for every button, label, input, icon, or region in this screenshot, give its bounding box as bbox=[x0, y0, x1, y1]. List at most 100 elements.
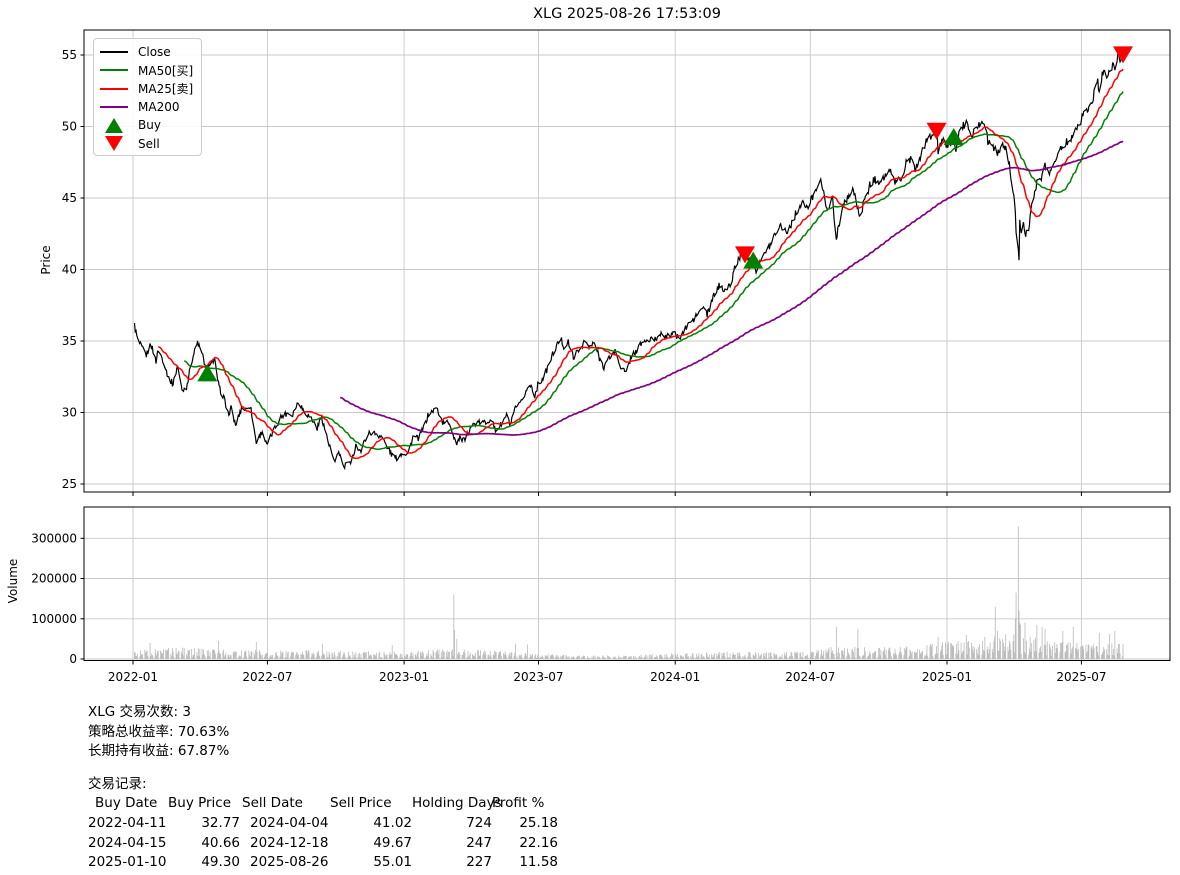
volume-bar bbox=[214, 649, 215, 659]
volume-bar bbox=[256, 642, 257, 659]
volume-bar bbox=[312, 655, 313, 659]
volume-bar bbox=[837, 657, 838, 659]
col-holding-days: Holding Days bbox=[412, 794, 492, 814]
volume-bar bbox=[717, 657, 718, 659]
volume-panel-spine bbox=[84, 507, 1170, 661]
volume-bar bbox=[852, 649, 853, 659]
volume-bar bbox=[306, 650, 307, 659]
volume-bar bbox=[524, 656, 525, 659]
volume-bar bbox=[647, 655, 648, 659]
volume-bar bbox=[953, 645, 954, 659]
volume-bar bbox=[199, 656, 200, 659]
volume-bar bbox=[427, 656, 428, 659]
volume-bar bbox=[855, 647, 856, 659]
volume-bar bbox=[935, 654, 936, 659]
volume-bar bbox=[635, 656, 636, 659]
volume-bar bbox=[178, 651, 179, 659]
volume-bar bbox=[598, 658, 599, 659]
volume-bar bbox=[947, 654, 948, 659]
volume-bar bbox=[550, 656, 551, 659]
volume-bar bbox=[1057, 648, 1058, 659]
volume-bar bbox=[465, 653, 466, 659]
volume-bar bbox=[205, 656, 206, 659]
volume-bar bbox=[318, 654, 319, 660]
volume-bar bbox=[146, 651, 147, 659]
price-tick-label: 40 bbox=[62, 263, 77, 277]
volume-bar bbox=[901, 652, 902, 659]
volume-bar bbox=[808, 657, 809, 659]
volume-bar bbox=[582, 657, 583, 659]
volume-bar bbox=[914, 652, 915, 659]
volume-bar bbox=[912, 651, 913, 659]
volume-bar bbox=[545, 655, 546, 659]
volume-bar bbox=[815, 656, 816, 659]
volume-bar bbox=[309, 651, 310, 659]
volume-bar bbox=[243, 657, 244, 659]
volume-bar bbox=[1094, 648, 1095, 659]
legend-item-buy: Buy bbox=[99, 116, 201, 134]
volume-bar bbox=[277, 656, 278, 659]
volume-bar bbox=[614, 657, 615, 659]
volume-bar bbox=[941, 646, 942, 659]
summary-block: XLG 交易次数: 3 策略总收益率: 70.63% 长期持有收益: 67.87… bbox=[88, 703, 558, 873]
volume-bar bbox=[283, 653, 284, 659]
volume-bar bbox=[651, 656, 652, 659]
volume-bar bbox=[644, 657, 645, 659]
volume-bar bbox=[638, 657, 639, 659]
volume-bar bbox=[1045, 629, 1046, 659]
volume-bar bbox=[194, 648, 195, 659]
volume-bar bbox=[945, 642, 946, 659]
volume-bar bbox=[260, 652, 261, 659]
volume-bar bbox=[354, 654, 355, 659]
volume-bar bbox=[267, 652, 268, 659]
volume-bar bbox=[976, 649, 977, 659]
volume-bar bbox=[771, 653, 772, 659]
volume-bar bbox=[728, 658, 729, 659]
volume-bar bbox=[618, 655, 619, 659]
volume-bar bbox=[240, 657, 241, 659]
volume-bar bbox=[962, 652, 963, 659]
volume-bar bbox=[286, 657, 287, 659]
volume-bar bbox=[276, 652, 277, 659]
volume-bar bbox=[943, 655, 944, 659]
volume-bar bbox=[1097, 646, 1098, 659]
volume-bar bbox=[464, 650, 465, 659]
x-tick-label: 2023-01 bbox=[379, 670, 429, 684]
legend-item-close: Close bbox=[99, 43, 201, 61]
volume-bar bbox=[359, 653, 360, 659]
volume-bar bbox=[503, 653, 504, 659]
volume-bar bbox=[225, 655, 226, 659]
x-tick-label: 2022-01 bbox=[108, 670, 158, 684]
volume-bar bbox=[957, 654, 958, 659]
volume-bar bbox=[857, 648, 858, 659]
legend-label: Buy bbox=[138, 118, 161, 132]
volume-bar bbox=[858, 648, 859, 659]
volume-bar bbox=[540, 658, 541, 659]
volume-bar bbox=[624, 656, 625, 659]
volume-bar bbox=[713, 655, 714, 659]
volume-bar bbox=[1119, 644, 1120, 659]
chart-title: XLG 2025-08-26 17:53:09 bbox=[84, 6, 1170, 22]
volume-bar bbox=[365, 653, 366, 659]
volume-bar bbox=[1045, 645, 1046, 659]
volume-bar bbox=[953, 647, 954, 659]
volume-bar bbox=[878, 648, 879, 659]
volume-bar bbox=[927, 645, 928, 659]
volume-bar bbox=[343, 655, 344, 659]
volume-bar bbox=[182, 648, 183, 659]
volume-bar bbox=[358, 654, 359, 659]
volume-bar bbox=[1020, 625, 1021, 659]
volume-bar bbox=[972, 649, 973, 659]
volume-bar bbox=[594, 658, 595, 659]
volume-bar bbox=[818, 651, 819, 659]
volume-bar bbox=[797, 652, 798, 659]
volume-bar bbox=[176, 653, 177, 659]
volume-bar bbox=[750, 653, 751, 659]
volume-bar bbox=[963, 650, 964, 659]
volume-bar bbox=[378, 654, 379, 659]
volume-bar bbox=[869, 654, 870, 659]
volume-bar bbox=[716, 654, 717, 659]
volume-bar bbox=[843, 651, 844, 659]
volume-bar bbox=[1002, 639, 1003, 659]
volume-bar bbox=[802, 657, 803, 659]
